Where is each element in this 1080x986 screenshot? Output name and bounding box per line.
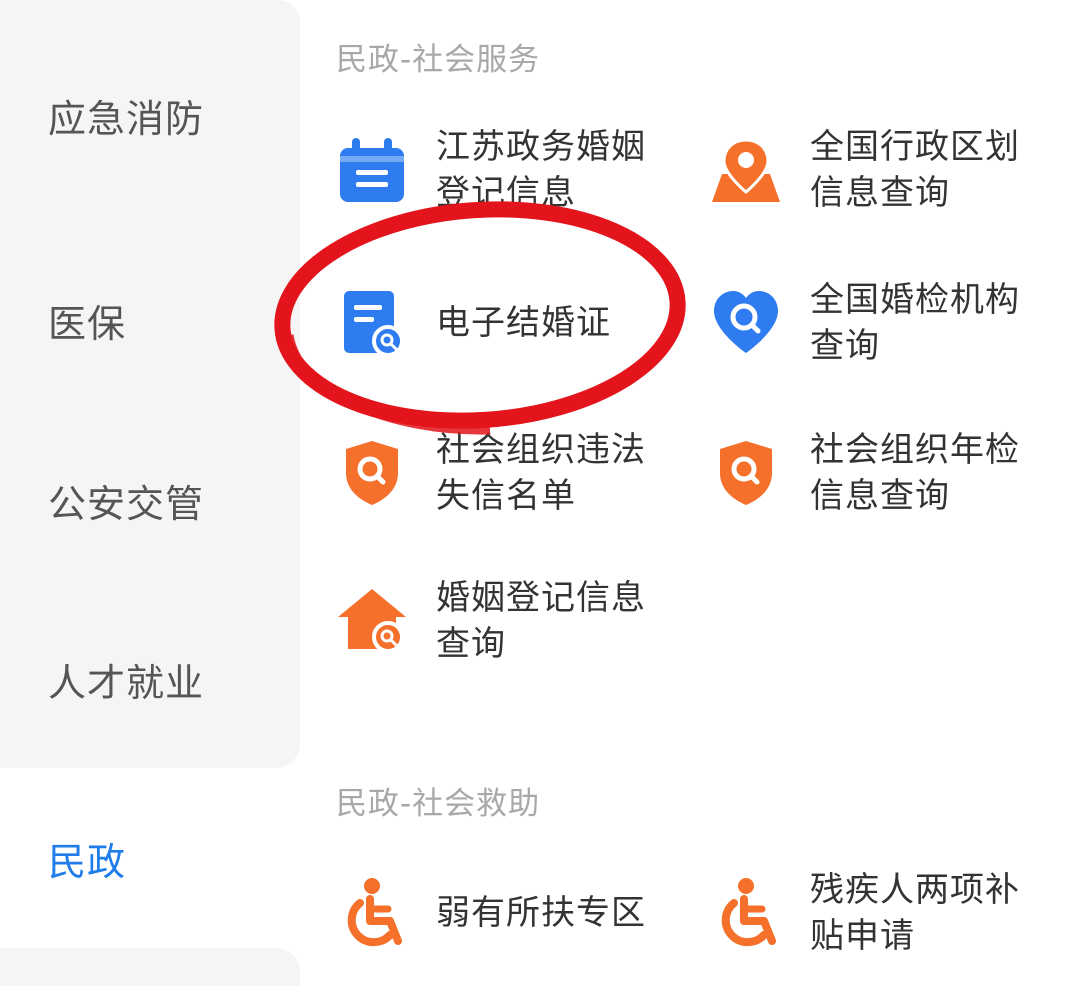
heart-search-icon (714, 291, 778, 353)
sidebar-item-medical-insurance[interactable]: 医保 (0, 230, 300, 410)
sidebar-item-emergency-fire[interactable]: 应急消防 (0, 0, 300, 230)
tile-jiangsu-marriage-registration[interactable]: 江苏政务婚姻 登记信息 (336, 115, 666, 225)
tile-social-org-annual-inspection[interactable]: 社会组织年检 信息查询 (710, 418, 1060, 528)
wheelchair-icon (347, 878, 402, 947)
wheelchair-icon (721, 878, 776, 947)
tile-marriage-registration-query[interactable]: 婚姻登记信息 查询 (336, 566, 666, 676)
tile-label: 社会组织违法 失信名单 (436, 430, 646, 516)
tile-social-org-dishonest-list[interactable]: 社会组织违法 失信名单 (336, 418, 666, 528)
section-title-social-services: 民政-社会服务 (336, 42, 541, 78)
tile-label: 弱有所扶专区 (436, 893, 646, 933)
tile-label: 江苏政务婚姻 登记信息 (436, 127, 646, 213)
sidebar-item-label: 公安交管 (48, 481, 205, 526)
shield-search-icon (346, 441, 398, 505)
sidebar-item-talent-employment[interactable]: 人才就业 (0, 590, 300, 768)
tile-electronic-marriage-certificate[interactable]: 电子结婚证 (336, 268, 666, 378)
tile-label: 全国行政区划 信息查询 (810, 127, 1020, 213)
sidebar-item-label: 人才就业 (48, 660, 205, 705)
tile-label: 社会组织年检 信息查询 (810, 430, 1020, 516)
sidebar-item-label: 民政 (48, 839, 127, 884)
tile-national-administrative-division[interactable]: 全国行政区划 信息查询 (710, 115, 1060, 225)
house-search-icon (338, 589, 406, 653)
sidebar-item-next[interactable] (0, 948, 300, 986)
sidebar-item-public-security-traffic[interactable]: 公安交管 (0, 410, 300, 590)
sidebar-item-label: 应急消防 (48, 96, 205, 141)
map-pin-icon (712, 138, 780, 202)
sidebar-item-civil-affairs[interactable]: 民政 (0, 768, 300, 948)
tile-label: 婚姻登记信息 查询 (436, 578, 646, 664)
tile-label: 全国婚检机构 查询 (810, 280, 1020, 366)
tile-national-premarital-exam-institution[interactable]: 全国婚检机构 查询 (710, 268, 1060, 378)
shield-search-icon (720, 441, 772, 505)
calendar-icon (340, 138, 404, 202)
tile-vulnerable-support-zone[interactable]: 弱有所扶专区 (336, 858, 666, 968)
sidebar-item-label: 医保 (48, 301, 127, 346)
category-sidebar: 应急消防 医保 公安交管 人才就业 民政 (0, 0, 300, 986)
document-search-icon (344, 291, 404, 357)
tile-label: 残疾人两项补 贴申请 (810, 870, 1020, 956)
tile-label: 电子结婚证 (436, 303, 611, 343)
tile-disability-two-subsidies[interactable]: 残疾人两项补 贴申请 (710, 858, 1060, 968)
section-title-social-assistance: 民政-社会救助 (336, 786, 541, 822)
